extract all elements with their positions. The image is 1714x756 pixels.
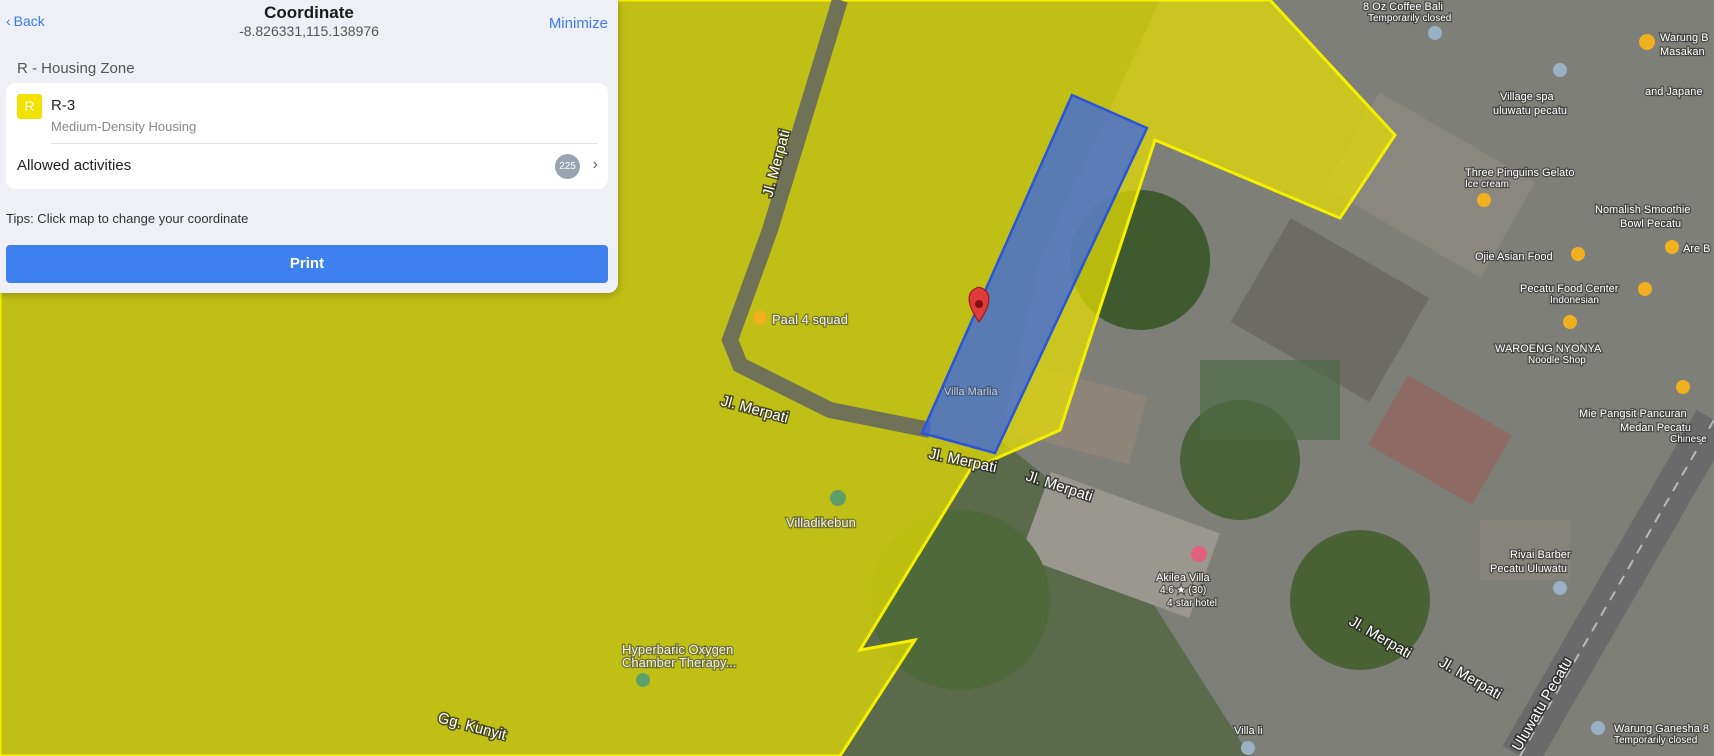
place-label: WAROENG NYONYA bbox=[1495, 343, 1602, 355]
place-sublabel: Ice cream bbox=[1465, 179, 1509, 190]
chevron-right-icon: › bbox=[592, 156, 598, 173]
place-label: Bowl Pecatu bbox=[1620, 218, 1681, 230]
place-sublabel: Temporarily closed bbox=[1614, 735, 1697, 746]
place-label: Mie Pangsit Pancuran bbox=[1579, 408, 1687, 420]
place-sublabel: Noodle Shop bbox=[1528, 355, 1586, 366]
print-button[interactable]: Print bbox=[6, 245, 608, 283]
allowed-activities-row[interactable]: Allowed activities 225 › bbox=[6, 144, 608, 188]
place-label: Three Pinguins Gelato bbox=[1465, 167, 1574, 179]
place-label: Warung Ganesha 8 bbox=[1614, 723, 1709, 735]
place-label: Villadikebun bbox=[786, 515, 856, 530]
place-label: Are B bbox=[1683, 243, 1711, 255]
place-label: Warung B bbox=[1660, 32, 1709, 44]
place-sublabel: Temporarily closed bbox=[1368, 13, 1451, 24]
coordinate-panel: ‹ Back Coordinate -8.826331,115.138976 M… bbox=[0, 0, 618, 293]
place-label: 4-star hotel bbox=[1167, 598, 1217, 609]
place-label: and Japane bbox=[1645, 86, 1703, 98]
zone-header: R - Housing Zone bbox=[17, 60, 135, 77]
place-label: Villa Marlia bbox=[944, 386, 998, 398]
place-label: Villa li bbox=[1234, 725, 1263, 737]
place-label: Paal 4 squad bbox=[772, 312, 848, 327]
zone-description: Medium-Density Housing bbox=[51, 119, 197, 134]
place-sublabel: Chinese bbox=[1670, 434, 1707, 445]
place-label: Masakan bbox=[1660, 46, 1705, 58]
zone-card: R R-3 Medium-Density Housing Allowed act… bbox=[6, 83, 608, 189]
place-label: Rivai Barber bbox=[1510, 549, 1571, 561]
place-label: Ojie Asian Food bbox=[1475, 251, 1553, 263]
zone-code: R-3 bbox=[51, 97, 76, 114]
place-label: Village spa bbox=[1500, 91, 1554, 103]
place-label: Nomalish Smoothie bbox=[1595, 204, 1690, 216]
place-label: uluwatu pecatu bbox=[1493, 105, 1567, 117]
place-sublabel: 4.6 ★ (30) bbox=[1160, 585, 1206, 596]
place-label: Akilea Villa bbox=[1156, 572, 1210, 584]
place-label: Chamber Therapy... bbox=[622, 655, 736, 670]
coordinate-value: -8.826331,115.138976 bbox=[239, 23, 379, 39]
place-label: 8 Oz Coffee Bali bbox=[1363, 1, 1443, 13]
activity-count-badge: 225 bbox=[555, 154, 580, 179]
minimize-button[interactable]: Minimize bbox=[549, 15, 608, 32]
panel-title: Coordinate bbox=[264, 3, 354, 22]
zone-badge: R bbox=[17, 94, 42, 119]
allowed-activities-label: Allowed activities bbox=[17, 157, 132, 174]
place-sublabel: Indonesian bbox=[1550, 295, 1599, 306]
tips-text: Tips: Click map to change your coordinat… bbox=[6, 211, 249, 226]
place-label: Medan Pecatu bbox=[1620, 422, 1691, 434]
place-label: Pecatu Uluwatu bbox=[1490, 563, 1567, 575]
place-label: Pecatu Food Center bbox=[1520, 283, 1619, 295]
